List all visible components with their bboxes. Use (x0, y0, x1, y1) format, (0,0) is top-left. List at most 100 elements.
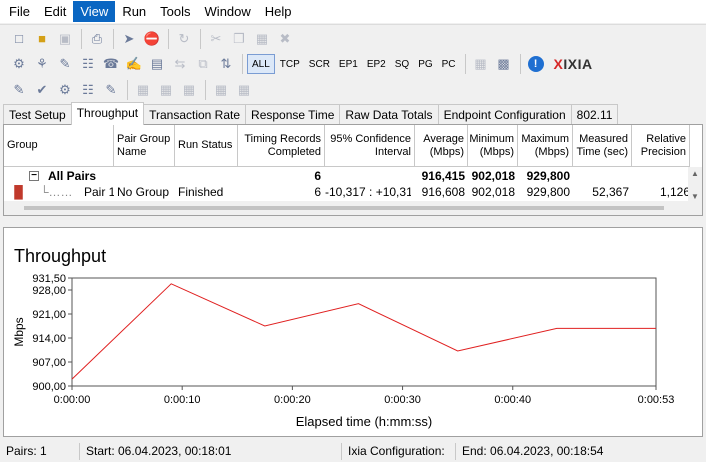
delete-icon[interactable]: ✖ (274, 28, 296, 50)
paste-icon[interactable]: ▦ (251, 28, 273, 50)
tab-raw-data-totals[interactable]: Raw Data Totals (339, 104, 439, 125)
tab-transaction-rate[interactable]: Transaction Rate (143, 104, 247, 125)
toolbar-separator (127, 80, 128, 100)
menu-file[interactable]: File (2, 1, 37, 22)
col-average[interactable]: Average (Mbps) (415, 125, 468, 167)
cell-group: All Pairs (48, 169, 97, 183)
filter-sq-button[interactable]: SQ (391, 54, 413, 74)
compare-icon[interactable]: ▦ (233, 79, 255, 101)
table-icon[interactable]: ▦ (155, 79, 177, 101)
toolbar-separator (205, 80, 206, 100)
col-pair-group-name[interactable]: Pair Group Name (114, 125, 175, 167)
window-icon[interactable]: ▩ (493, 53, 515, 75)
pair-network-icon[interactable]: ☷ (77, 53, 99, 75)
tab-endpoint-configuration[interactable]: Endpoint Configuration (437, 104, 572, 125)
filter-ep2-button[interactable]: EP2 (363, 54, 390, 74)
filter-pg-button[interactable]: PG (414, 54, 436, 74)
refresh-icon[interactable]: ↻ (173, 28, 195, 50)
endpoints-icon[interactable]: ⚙ (54, 79, 76, 101)
zoom-icon[interactable]: ▦ (210, 79, 232, 101)
info-icon: ! (527, 56, 544, 72)
toolbar-separator (242, 54, 243, 74)
report-icon[interactable]: ▦ (178, 79, 200, 101)
stop-icon[interactable]: ⛔ (141, 28, 163, 50)
menu-help[interactable]: Help (258, 1, 299, 22)
cell-maximum: 929,800 (526, 185, 570, 199)
tests-icon[interactable]: ✔ (31, 79, 53, 101)
col-maximum[interactable]: Maximum (Mbps) (518, 125, 573, 167)
add-pair-icon[interactable]: ⚙ (8, 53, 30, 75)
tab-test-setup[interactable]: Test Setup (3, 104, 72, 125)
cell-maximum: 929,800 (526, 169, 570, 183)
filter-ep1-button[interactable]: EP1 (335, 54, 362, 74)
save-icon[interactable]: ▣ (54, 28, 76, 50)
tree-connector: └…… (40, 185, 73, 199)
clone-icon[interactable]: ⧉ (192, 53, 214, 75)
col-relative-precision[interactable]: Relative Precision (632, 125, 690, 167)
grid-vertical-scrollbar[interactable]: ▲ ▼ (688, 167, 702, 215)
sort-icon[interactable]: ⇅ (215, 53, 237, 75)
cell-pair-group-name: No Group (117, 185, 170, 199)
menu-window[interactable]: Window (198, 1, 258, 22)
graph-icon[interactable]: ▦ (132, 79, 154, 101)
cell-relative-precision: 1,126 (659, 185, 690, 199)
results-tabs: Test Setup Throughput Transaction Rate R… (3, 102, 619, 125)
scrollbar-thumb[interactable] (24, 206, 664, 210)
info-button[interactable]: ! (525, 53, 547, 75)
grid-horizontal-scrollbar[interactable] (4, 201, 690, 215)
script-icon[interactable]: ✍ (123, 53, 145, 75)
col-group[interactable]: Group (4, 125, 114, 167)
table-row[interactable]: − All Pairs 6 916,415 902,018 929,800 (4, 168, 690, 184)
x-axis-label: Elapsed time (h:mm:ss) (296, 414, 433, 429)
y-tick-label: 928,00 (32, 285, 66, 297)
col-minimum[interactable]: Minimum (Mbps) (468, 125, 518, 167)
settings-icon[interactable]: ✎ (100, 79, 122, 101)
toolbar-separator (113, 28, 114, 49)
cut-icon[interactable]: ✂ (205, 28, 227, 50)
print-icon[interactable]: ⎙ (86, 28, 108, 50)
tab-throughput[interactable]: Throughput (70, 102, 145, 125)
col-run-status[interactable]: Run Status (175, 125, 238, 167)
cell-timing-records: 6 (314, 169, 321, 183)
filter-all-button[interactable]: ALL (247, 54, 275, 74)
app-window: File Edit View Run Tools Window Help □ ■… (0, 0, 706, 462)
throughput-chart: 900,00 907,00 914,00 921,00 928,00931,50 0:00… (12, 273, 674, 429)
x-tick-label: 0:00:40 (494, 394, 531, 406)
edit-pair-icon[interactable]: ✎ (54, 53, 76, 75)
new-file-icon[interactable]: □ (8, 28, 30, 50)
filter-tcp-button[interactable]: TCP (276, 54, 304, 74)
status-bar: Pairs: 1 Start: 06.04.2023, 00:18:01 Ixi… (0, 441, 706, 462)
cell-average: 916,608 (421, 185, 465, 199)
collapse-icon[interactable]: − (29, 171, 39, 181)
menu-run[interactable]: Run (115, 1, 153, 22)
scroll-up-icon[interactable]: ▲ (691, 169, 699, 178)
col-confidence-interval[interactable]: 95% Confidence Interval (325, 125, 415, 167)
network-icon[interactable]: ☷ (77, 79, 99, 101)
col-timing-records[interactable]: Timing Records Completed (238, 125, 325, 167)
copy-icon[interactable]: ❐ (228, 28, 250, 50)
swap-endpoints-icon[interactable]: ⇆ (169, 53, 191, 75)
scroll-down-icon[interactable]: ▼ (691, 192, 699, 201)
menu-view[interactable]: View (73, 1, 116, 22)
export-icon[interactable]: ▦ (470, 53, 492, 75)
y-axis-label: Mbps (12, 317, 26, 346)
filter-scr-button[interactable]: SCR (305, 54, 334, 74)
add-multicast-icon[interactable]: ⚘ (31, 53, 53, 75)
col-measured-time[interactable]: Measured Time (sec) (573, 125, 632, 167)
menu-edit[interactable]: Edit (37, 1, 73, 22)
run-icon[interactable]: ➤ (118, 28, 140, 50)
grid-header: Group Pair Group Name Run Status Timing … (4, 125, 702, 167)
open-results-icon[interactable]: ✎ (8, 79, 30, 101)
voip-pair-icon[interactable]: ☎ (100, 53, 122, 75)
tab-response-time[interactable]: Response Time (245, 104, 341, 125)
menu-tools[interactable]: Tools (153, 1, 197, 22)
ixia-logo-text: IXIA (563, 56, 593, 72)
pair-toolbar: ⚙ ⚘ ✎ ☷ ☎ ✍ ▤ ⇆ ⧉ ⇅ ALL TCP SCR EP1 EP2 … (0, 50, 706, 78)
open-folder-icon[interactable]: ■ (31, 28, 53, 50)
video-pair-icon[interactable]: ▤ (146, 53, 168, 75)
tab-802-11[interactable]: 802.11 (570, 104, 619, 125)
filter-pc-button[interactable]: PC (438, 54, 460, 74)
cell-minimum: 902,018 (471, 185, 515, 199)
table-row[interactable]: ▐▌ └…… Pair 1 No Group Finished 6 -10,31… (4, 184, 690, 200)
cell-average: 916,415 (421, 169, 465, 183)
